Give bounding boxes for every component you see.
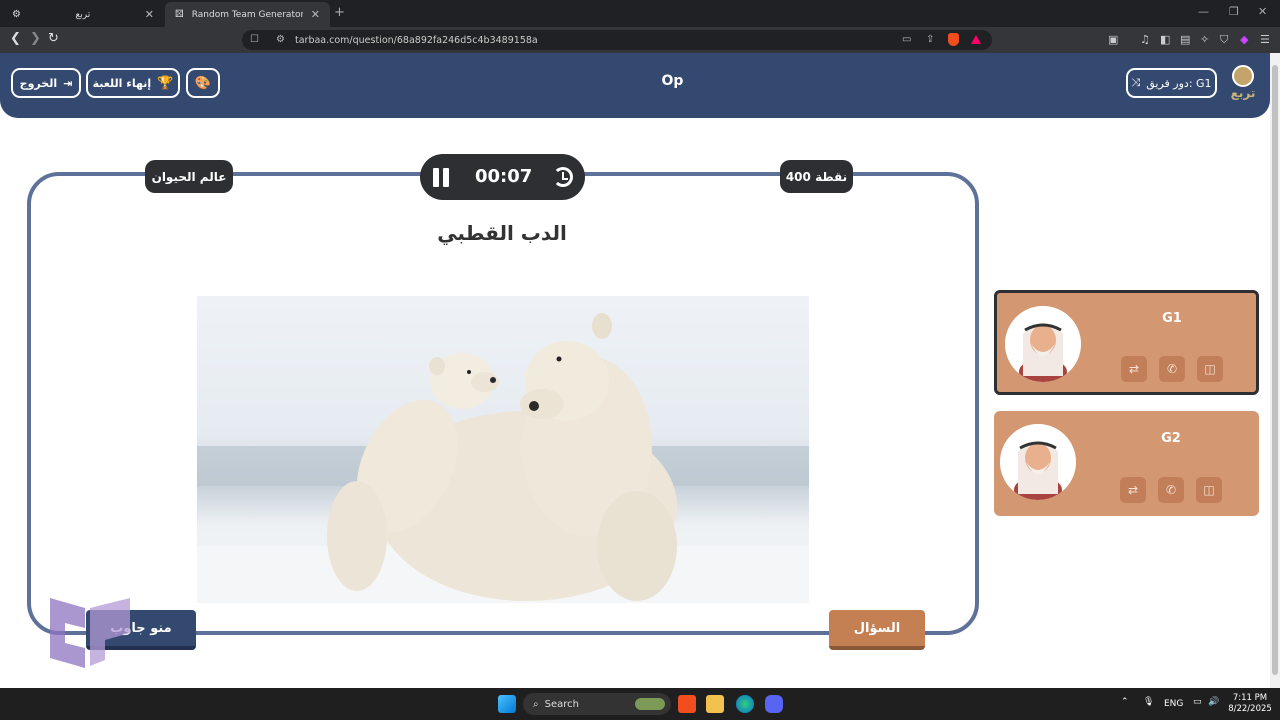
end-game-button[interactable]: إنهاء اللعبة 🏆 bbox=[86, 68, 180, 98]
arab-man-avatar bbox=[1000, 424, 1076, 500]
dice-icon: ⚄ bbox=[175, 9, 184, 20]
tab-title: Random Team Generator — Split a li bbox=[191, 9, 303, 20]
brave-rewards-icon[interactable] bbox=[971, 35, 981, 44]
exit-button[interactable]: الخروج ⇥ bbox=[11, 68, 81, 98]
start-icon[interactable] bbox=[498, 695, 516, 713]
turn-button[interactable]: ⤨ دور فريق: G1 bbox=[1126, 68, 1217, 98]
arab-man-avatar bbox=[1005, 306, 1081, 382]
turn-label: دور فريق: G1 bbox=[1146, 76, 1212, 90]
clock-time: 7:11 PM bbox=[1232, 693, 1268, 703]
language-indicator[interactable]: ENG bbox=[1164, 699, 1183, 709]
timer-value: 00:07 bbox=[475, 166, 533, 187]
network-icon[interactable]: ▭ bbox=[1193, 697, 1202, 707]
pause-icon[interactable] bbox=[433, 168, 439, 187]
search-highlight-icon bbox=[635, 698, 665, 710]
wallet-icon[interactable]: ▤ bbox=[1180, 33, 1190, 46]
game-page: الخروج ⇥ إنهاء اللعبة 🏆 🎨 Op ⤨ دور فريق:… bbox=[0, 53, 1270, 688]
close-tab-icon[interactable]: ✕ bbox=[311, 8, 320, 21]
answer-title: الدب القطبي bbox=[437, 221, 567, 245]
team-avatar bbox=[1000, 424, 1076, 500]
screenshot-icon[interactable]: ▣ bbox=[1108, 33, 1118, 46]
polar-bear-image bbox=[197, 296, 809, 603]
bookmark-icon[interactable]: ☐ bbox=[250, 34, 259, 45]
leo-icon[interactable]: ✧ bbox=[1200, 33, 1209, 46]
gear-icon: ⚙ bbox=[12, 9, 21, 20]
brave-shields-icon[interactable] bbox=[948, 33, 959, 46]
tarbaa-logo[interactable]: تربع bbox=[1228, 63, 1258, 103]
share-icon[interactable]: ⇪ bbox=[926, 34, 934, 45]
page-scrollbar[interactable] bbox=[1270, 53, 1280, 688]
close-tab-icon[interactable]: ✕ bbox=[145, 8, 154, 21]
url-text[interactable]: tarbaa.com/question/68a892fa246d5c4b3489… bbox=[295, 35, 538, 46]
trophy-icon: 🏆 bbox=[157, 75, 174, 91]
category-chip: عالم الحيوان bbox=[145, 160, 233, 193]
team-avatar bbox=[1005, 306, 1081, 382]
clock-date: 8/22/2025 bbox=[1228, 704, 1272, 714]
points-chip: 400 نقطة bbox=[780, 160, 853, 193]
extension-icon[interactable]: ◆ bbox=[1240, 33, 1248, 46]
team-name: G1 bbox=[1162, 311, 1182, 326]
window-close-icon[interactable]: ✕ bbox=[1258, 5, 1267, 18]
palette-icon: 🎨 bbox=[194, 75, 212, 91]
cast-icon[interactable]: ▭ bbox=[902, 34, 911, 45]
forward-icon[interactable]: ❯ bbox=[30, 31, 41, 46]
discord-icon[interactable] bbox=[765, 695, 783, 713]
search-icon: ⌕ bbox=[533, 698, 539, 710]
music-icon[interactable]: ♫ bbox=[1140, 33, 1150, 46]
team-name: G2 bbox=[1161, 431, 1181, 446]
file-explorer-icon[interactable] bbox=[706, 695, 724, 713]
windows-taskbar: ⌕ Search ⌃ 🎙 ENG ▭ 🔊 7:11 PM 8/22/2025 bbox=[0, 688, 1280, 720]
team-card-g1[interactable]: G1 ⇄ ✆ ◫ bbox=[994, 290, 1259, 395]
pause-icon-bar[interactable] bbox=[443, 168, 449, 187]
browser-toolbar: ❮ ❯ ↻ ☐ ⚙ tarbaa.com/question/68a892fa24… bbox=[0, 27, 1280, 53]
team-card-g2[interactable]: G2 ⇄ ✆ ◫ bbox=[994, 411, 1259, 516]
reload-icon[interactable]: ↻ bbox=[48, 31, 59, 46]
new-tab-icon[interactable]: + bbox=[334, 5, 345, 20]
watermark-logo bbox=[50, 598, 130, 668]
game-header: الخروج ⇥ إنهاء اللعبة 🏆 🎨 Op ⤨ دور فريق:… bbox=[0, 53, 1270, 118]
polar-bear-illustration bbox=[197, 313, 809, 603]
vpn-icon[interactable]: ⛉ bbox=[1220, 33, 1228, 47]
browser-tab-bar: ⚙ تربع ✕ ⚄ Random Team Generator — Split… bbox=[0, 0, 1280, 27]
swap-answer-icon[interactable]: ⇄ bbox=[1121, 356, 1147, 382]
edge-icon[interactable] bbox=[736, 695, 754, 713]
tray-chevron-icon[interactable]: ⌃ bbox=[1121, 697, 1129, 707]
question-button[interactable]: السؤال bbox=[829, 610, 925, 650]
theme-button[interactable]: 🎨 bbox=[186, 68, 220, 98]
back-icon[interactable]: ❮ bbox=[10, 31, 21, 46]
call-friend-icon[interactable]: ✆ bbox=[1158, 477, 1184, 503]
shuffle-icon: ⤨ bbox=[1131, 76, 1141, 89]
logo-mascot bbox=[1232, 65, 1254, 87]
double-points-icon[interactable]: ◫ bbox=[1196, 477, 1222, 503]
double-points-icon[interactable]: ◫ bbox=[1197, 356, 1223, 382]
game-title: Op bbox=[661, 73, 684, 89]
scrollbar-thumb[interactable] bbox=[1272, 65, 1278, 675]
swap-answer-icon[interactable]: ⇄ bbox=[1120, 477, 1146, 503]
sidebar-icon[interactable]: ◧ bbox=[1160, 33, 1170, 46]
timer: 00:07 bbox=[420, 154, 585, 200]
menu-icon[interactable]: ☰ bbox=[1260, 33, 1270, 46]
tab-team-generator[interactable]: ⚄ Random Team Generator — Split a li ✕ bbox=[165, 2, 330, 27]
brave-taskbar-icon[interactable] bbox=[678, 695, 696, 713]
site-info-icon[interactable]: ⚙ bbox=[276, 34, 285, 45]
taskbar-clock[interactable]: 7:11 PM 8/22/2025 bbox=[1228, 693, 1272, 715]
minimize-icon[interactable]: — bbox=[1198, 5, 1209, 18]
taskbar-search[interactable]: ⌕ Search bbox=[523, 693, 671, 715]
maximize-icon[interactable]: ❐ bbox=[1229, 5, 1239, 18]
call-friend-icon[interactable]: ✆ bbox=[1159, 356, 1185, 382]
search-placeholder: Search bbox=[544, 698, 579, 710]
tab-title: تربع bbox=[75, 9, 91, 20]
exit-icon: ⇥ bbox=[63, 76, 73, 90]
tab-tarbaa[interactable]: ⚙ تربع ✕ bbox=[2, 2, 164, 27]
exit-label: الخروج bbox=[19, 76, 58, 90]
end-game-label: إنهاء اللعبة bbox=[92, 76, 152, 90]
address-bar[interactable]: ☐ ⚙ tarbaa.com/question/68a892fa246d5c4b… bbox=[242, 30, 992, 50]
microphone-icon[interactable]: 🎙 bbox=[1143, 697, 1154, 707]
logo-text: تربع bbox=[1230, 86, 1256, 100]
volume-icon[interactable]: 🔊 bbox=[1208, 697, 1219, 707]
restart-timer-icon[interactable] bbox=[553, 167, 573, 187]
